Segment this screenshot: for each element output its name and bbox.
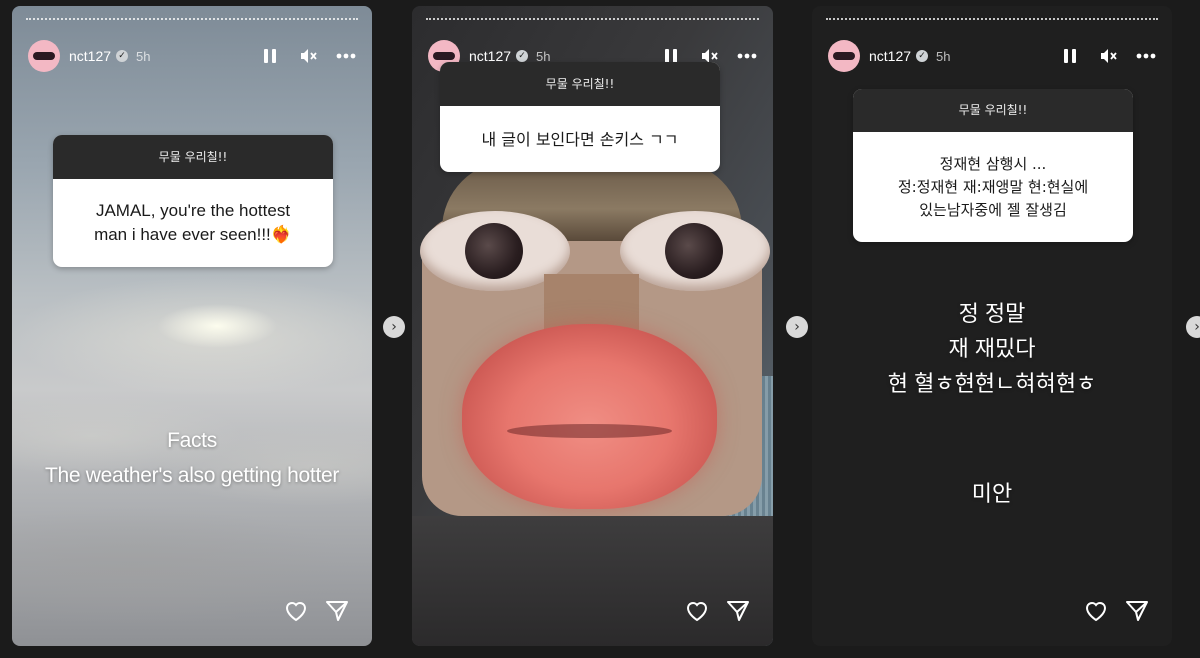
send-icon[interactable]: [727, 601, 749, 621]
progress-bar: [26, 18, 358, 22]
nct-logo: [833, 52, 855, 60]
avatar[interactable]: [28, 40, 60, 72]
caption-line: 정 정말: [958, 301, 1026, 326]
question-line: 내 글이 보인다면 손키스 ㄱㄱ: [481, 129, 679, 149]
question-line: JAMAL, you're the hottest: [95, 201, 291, 220]
question-header: 무물 우리칠!!: [53, 135, 333, 179]
lips: [462, 324, 717, 509]
mute-icon[interactable]: [1098, 46, 1118, 66]
caption-line: 현 혈ㅎ현현ㄴ혀혀현ㅎ: [887, 371, 1097, 396]
send-icon[interactable]: [1126, 601, 1148, 621]
caption-line: 재 재밌다: [948, 336, 1036, 361]
question-line: 정재현 삼행시 ...: [939, 154, 1047, 173]
question-text: JAMAL, you're the hottest man i have eve…: [53, 179, 333, 267]
nct-logo: [433, 52, 455, 60]
send-icon[interactable]: [326, 601, 348, 621]
pause-icon[interactable]: [1060, 46, 1080, 66]
more-icon[interactable]: [737, 46, 757, 66]
mute-icon[interactable]: [298, 46, 318, 66]
story-caption: Facts The weather's also getting hotter: [12, 423, 372, 493]
story-footer: [284, 600, 348, 622]
post-time: 5h: [136, 48, 151, 64]
username[interactable]: nct127: [69, 48, 111, 64]
eye-right: [620, 211, 770, 291]
story-header: nct127 ✓ 5h: [828, 40, 1156, 72]
story-footer: [1084, 600, 1148, 622]
question-line: man i have ever seen!!!❤️‍🔥: [94, 225, 292, 244]
question-header: 무물 우리칠!!: [440, 62, 720, 106]
avatar[interactable]: [828, 40, 860, 72]
question-header: 무물 우리칠!!: [853, 89, 1133, 132]
progress-bar: [826, 18, 1158, 22]
more-icon[interactable]: [336, 46, 356, 66]
question-text: 내 글이 보인다면 손키스 ㄱㄱ: [440, 106, 720, 172]
verified-icon: ✓: [116, 50, 129, 62]
verified-icon: ✓: [916, 50, 929, 62]
heart-icon[interactable]: [284, 600, 308, 622]
caption-line: Facts: [167, 429, 217, 452]
pause-icon[interactable]: [260, 46, 280, 66]
heart-icon[interactable]: [685, 600, 709, 622]
question-line: 정:정재현 재:재앵말 현:현실에: [897, 177, 1089, 196]
progress-bar: [426, 18, 759, 22]
username[interactable]: nct127: [869, 48, 911, 64]
story-card-1[interactable]: nct127 ✓ 5h 무물 우리칠!! JAMAL, you're the h…: [12, 6, 372, 646]
question-text: 정재현 삼행시 ... 정:정재현 재:재앵말 현:현실에 있는남자중에 젤 잘…: [853, 132, 1133, 242]
story-footer: [685, 600, 749, 622]
story-card-3[interactable]: nct127 ✓ 5h 무물 우리칠!! 정재현 삼행시 ... 정:정재현 재…: [812, 6, 1172, 646]
story-card-2[interactable]: nct127 ✓ 5h 무물 우리칠!! 내 글이 보인다면 손키스 ㄱㄱ: [412, 6, 773, 646]
more-icon[interactable]: [1136, 46, 1156, 66]
lip-line: [507, 424, 672, 438]
heart-icon[interactable]: [1084, 600, 1108, 622]
caption-line: The weather's also getting hotter: [44, 464, 340, 487]
post-time: 5h: [936, 48, 951, 64]
shirt: [412, 516, 773, 646]
next-arrow-button[interactable]: ›: [786, 316, 808, 338]
next-arrow-button[interactable]: ›: [383, 316, 405, 338]
question-sticker: 무물 우리칠!! JAMAL, you're the hottest man i…: [53, 135, 333, 267]
question-sticker: 무물 우리칠!! 내 글이 보인다면 손키스 ㄱㄱ: [440, 62, 720, 172]
nct-logo: [33, 52, 55, 60]
verified-icon: ✓: [516, 50, 529, 62]
story-header: nct127 ✓ 5h: [28, 40, 356, 72]
next-arrow-button[interactable]: ›: [1186, 316, 1200, 338]
question-sticker: 무물 우리칠!! 정재현 삼행시 ... 정:정재현 재:재앵말 현:현실에 있…: [853, 89, 1133, 242]
caption-sorry: 미안: [971, 481, 1013, 506]
question-line: 있는남자중에 젤 잘생김: [919, 200, 1067, 219]
story-caption: 정 정말 재 재밌다 현 혈ㅎ현현ㄴ혀혀현ㅎ: [812, 296, 1172, 401]
